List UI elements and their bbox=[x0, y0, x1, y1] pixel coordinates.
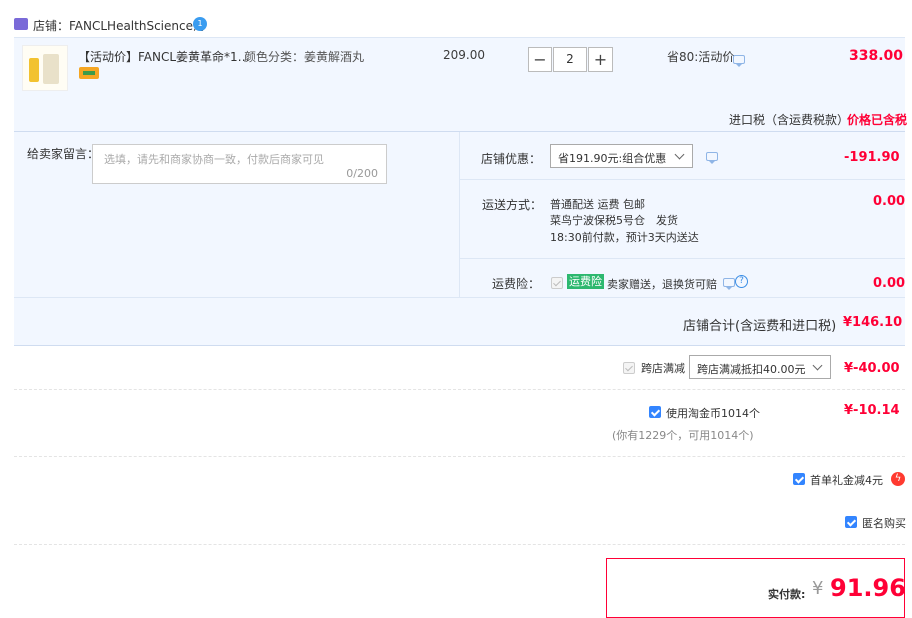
chevron-down-icon bbox=[812, 360, 823, 371]
message-placeholder: 选填，请先和商家协商一致，付款后商家可见 bbox=[104, 153, 324, 166]
gift-label: 首单礼金减4元 bbox=[810, 474, 883, 487]
quantity-minus-button[interactable]: − bbox=[528, 47, 552, 72]
coins-note: (你有1229个，可用1014个) bbox=[612, 429, 754, 442]
unit-price: 209.00 bbox=[443, 48, 485, 62]
insurance-checkbox bbox=[551, 277, 563, 289]
shop-badge-icon: 1 bbox=[193, 17, 207, 31]
anonymous-label: 匿名购买 bbox=[862, 517, 906, 530]
pay-value: 91.96 bbox=[830, 574, 906, 602]
cross-store-checkbox bbox=[623, 362, 635, 374]
cross-store-label: 跨店满减 bbox=[641, 362, 685, 375]
chevron-down-icon bbox=[674, 149, 685, 160]
message-textarea[interactable]: 选填，请先和商家协商一致，付款后商家可见 0/200 bbox=[92, 144, 387, 184]
shop-icon bbox=[14, 18, 28, 30]
shipping-line2: 菜鸟宁波保税5号仓 发货 bbox=[550, 214, 678, 227]
chat-icon[interactable] bbox=[706, 152, 718, 164]
insurance-amount: 0.00 bbox=[873, 276, 906, 291]
help-icon[interactable]: ? bbox=[735, 275, 748, 288]
chat-icon[interactable] bbox=[723, 278, 735, 290]
sku-label: 颜色分类：姜黄解酒丸 bbox=[244, 50, 365, 64]
coins-amount: ¥-10.14 bbox=[844, 403, 900, 418]
shop-discount-select[interactable]: 省191.90元:组合优惠 bbox=[550, 144, 693, 168]
anonymous-checkbox[interactable] bbox=[845, 516, 857, 528]
gift-checkbox[interactable] bbox=[793, 473, 805, 485]
tax-value: 价格已含税 bbox=[847, 113, 908, 127]
message-label: 给卖家留言： bbox=[27, 147, 100, 161]
item-discount: 省80:活动价 bbox=[667, 50, 735, 64]
quantity-input[interactable]: 2 bbox=[553, 47, 587, 72]
shop-discount-label: 店铺优惠： bbox=[481, 152, 542, 166]
card-icon bbox=[79, 67, 99, 79]
insurance-text: 卖家赠送，退换货可赔 bbox=[607, 278, 717, 291]
pay-currency: ¥ bbox=[812, 578, 824, 599]
shop-discount-selected: 省191.90元:组合优惠 bbox=[558, 152, 667, 165]
shipping-line1: 普通配送 运费 包邮 bbox=[550, 198, 645, 211]
shipping-line3: 18:30前付款，预计3天内送达 bbox=[550, 231, 699, 244]
shop-discount-amount: -191.90 bbox=[844, 150, 900, 165]
coins-checkbox[interactable] bbox=[649, 406, 661, 418]
quantity-plus-button[interactable]: + bbox=[588, 47, 613, 72]
cross-store-selected: 跨店满减抵扣40.00元 bbox=[697, 363, 806, 376]
product-thumbnail[interactable] bbox=[22, 45, 68, 91]
shipping-amount: 0.00 bbox=[873, 194, 906, 209]
shop-label[interactable]: 店铺：FANCLHealthScience海 bbox=[33, 17, 205, 34]
pay-label: 实付款: bbox=[768, 588, 806, 601]
cross-store-select[interactable]: 跨店满减抵扣40.00元 bbox=[689, 355, 831, 379]
tax-label: 进口税（含运费税款） bbox=[729, 113, 850, 127]
cross-store-amount: ¥-40.00 bbox=[844, 361, 900, 376]
shop-total-label: 店铺合计(含运费和进口税) bbox=[683, 319, 837, 334]
product-title[interactable]: 【活动价】FANCL姜黄革命*1… bbox=[78, 48, 250, 65]
lightning-icon: ϟ bbox=[891, 472, 905, 486]
coins-label: 使用淘金币1014个 bbox=[666, 407, 760, 420]
message-counter: 0/200 bbox=[346, 167, 378, 180]
shipping-label: 运送方式： bbox=[482, 198, 543, 212]
insurance-label: 运费险： bbox=[492, 277, 541, 291]
chat-icon[interactable] bbox=[733, 55, 745, 67]
item-total: 338.00 bbox=[849, 48, 904, 64]
shop-total-value: ¥146.10 bbox=[843, 315, 903, 330]
insurance-tag: 运费险 bbox=[567, 274, 604, 289]
